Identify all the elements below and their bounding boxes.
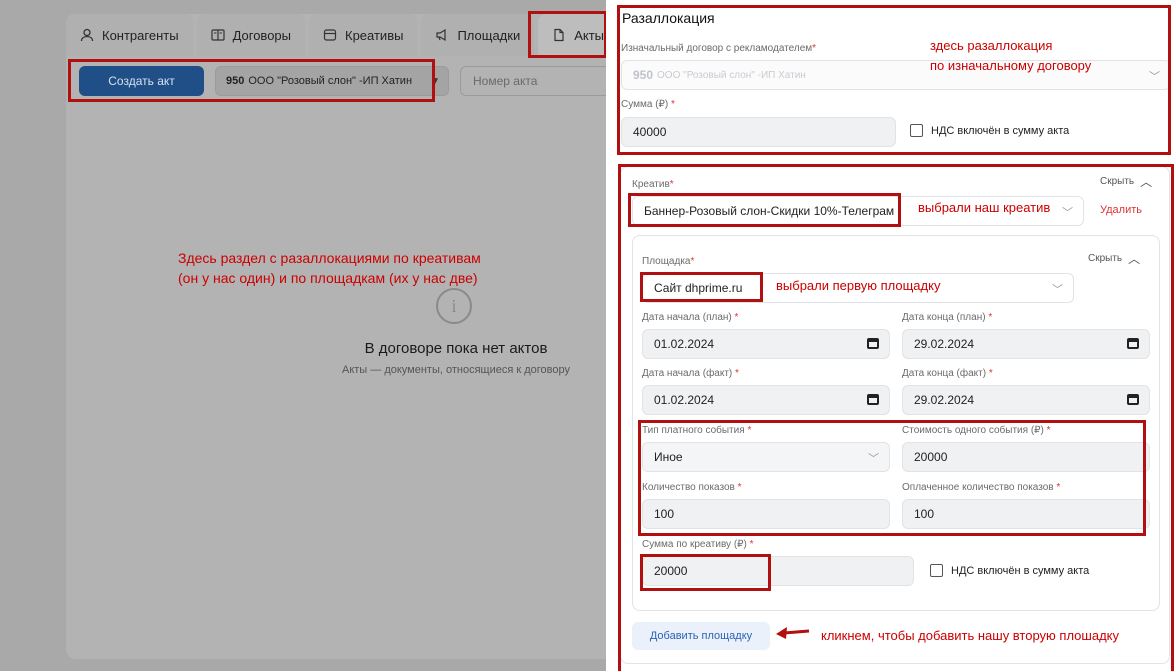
info-icon: i bbox=[436, 288, 472, 324]
megaphone-icon bbox=[436, 28, 447, 42]
start-fact-label: Дата начала (факт) * bbox=[642, 368, 739, 379]
add-platform-button[interactable]: Добавить площадку bbox=[632, 622, 770, 650]
sum-value: 40000 bbox=[633, 125, 667, 139]
annotation-top-right: здесь разаллокация по изначальному догов… bbox=[930, 38, 1092, 73]
sum-input[interactable]: 40000 bbox=[621, 117, 896, 147]
platform-value: Сайт dhprime.ru bbox=[654, 281, 743, 295]
tab-contractors[interactable]: Контрагенты bbox=[66, 14, 193, 56]
hide-creative-link[interactable]: Скрыть ︿ bbox=[1100, 173, 1152, 190]
chevron-down-icon: ﹀ bbox=[868, 453, 879, 465]
tab-bar: Контрагенты Договоры Креативы Площадки А… bbox=[66, 14, 619, 56]
empty-state-title: В договоре пока нет актов bbox=[364, 340, 548, 357]
chevron-down-icon: ﹀ bbox=[1052, 284, 1063, 296]
checkbox-box[interactable] bbox=[910, 124, 923, 137]
annotation-left: Здесь раздел с разаллокациями по креатив… bbox=[178, 250, 481, 286]
hide-platform-link[interactable]: Скрыть ︿ bbox=[1088, 250, 1140, 267]
start-plan-input[interactable]: 01.02.2024 bbox=[642, 329, 890, 359]
platform-vat-checkbox[interactable]: НДС включён в сумму акта bbox=[930, 564, 1089, 577]
annotation-creative: выбрали наш креатив bbox=[918, 200, 1051, 215]
event-type-label: Тип платного события * bbox=[642, 425, 752, 436]
creative-sum-label: Сумма по креативу (₽) * bbox=[642, 539, 754, 550]
chevron-down-icon: ▼ bbox=[430, 76, 440, 87]
hide-label: Скрыть bbox=[1088, 253, 1123, 264]
creative-value: Баннер-Розовый слон-Скидки 10%-Телеграм bbox=[644, 204, 895, 218]
content-card bbox=[66, 14, 626, 659]
tab-label: Площадки bbox=[457, 27, 521, 43]
orig-contract-label: Изначальный договор с рекламодателем* bbox=[621, 43, 817, 54]
act-number-input[interactable]: Номер акта bbox=[460, 66, 620, 96]
impressions-input[interactable]: 100 bbox=[642, 499, 890, 529]
orig-contract-id: 950 bbox=[633, 68, 654, 82]
calendar-icon[interactable] bbox=[1127, 394, 1139, 405]
impressions-label: Количество показов * bbox=[642, 482, 742, 493]
chevron-up-icon: ︿ bbox=[1128, 252, 1141, 266]
tab-label: Акты bbox=[574, 27, 605, 43]
tab-contracts[interactable]: Договоры bbox=[196, 14, 305, 56]
event-type-select[interactable]: Иное ﹀ bbox=[642, 442, 890, 472]
end-fact-value: 29.02.2024 bbox=[914, 393, 975, 407]
paid-impressions-input[interactable]: 100 bbox=[902, 499, 1150, 529]
vat-checkbox[interactable]: НДС включён в сумму акта bbox=[910, 124, 1069, 137]
event-cost-label: Стоимость одного события (₽) * bbox=[902, 425, 1051, 436]
reallocation-title: Разаллокация bbox=[622, 10, 715, 26]
screen: Контрагенты Договоры Креативы Площадки А… bbox=[0, 0, 1176, 671]
chevron-down-icon: ﹀ bbox=[1149, 71, 1160, 83]
vat-label: НДС включён в сумму акта bbox=[931, 124, 1070, 137]
end-plan-input[interactable]: 29.02.2024 bbox=[902, 329, 1150, 359]
vat-label: НДС включён в сумму акта bbox=[951, 564, 1090, 577]
end-fact-input[interactable]: 29.02.2024 bbox=[902, 385, 1150, 415]
tab-platforms[interactable]: Площадки bbox=[421, 14, 535, 56]
tab-label: Креативы bbox=[345, 27, 404, 43]
start-fact-value: 01.02.2024 bbox=[654, 393, 715, 407]
tab-creatives[interactable]: Креативы bbox=[309, 14, 418, 56]
end-plan-label: Дата конца (план) * bbox=[902, 312, 993, 323]
platform-label: Площадка* bbox=[642, 256, 695, 267]
calendar-icon[interactable] bbox=[867, 394, 879, 405]
paid-impressions-label: Оплаченное количество показов * bbox=[902, 482, 1061, 493]
start-plan-label: Дата начала (план) * bbox=[642, 312, 739, 323]
sum-label: Сумма (₽) * bbox=[621, 99, 675, 110]
paid-impressions-value: 100 bbox=[914, 507, 935, 521]
event-cost-input[interactable]: 20000 bbox=[902, 442, 1150, 472]
card-icon bbox=[323, 29, 337, 41]
creative-sum-input[interactable]: 20000 bbox=[642, 556, 914, 586]
arrow-left-icon bbox=[776, 627, 810, 639]
person-icon bbox=[80, 28, 94, 42]
event-type-value: Иное bbox=[654, 450, 683, 464]
contract-id: 950 bbox=[226, 75, 245, 87]
contract-name: ООО "Розовый слон" -ИП Хатин bbox=[248, 75, 413, 87]
calendar-icon[interactable] bbox=[1127, 338, 1139, 349]
start-plan-value: 01.02.2024 bbox=[654, 337, 715, 351]
end-plan-value: 29.02.2024 bbox=[914, 337, 975, 351]
end-fact-label: Дата конца (факт) * bbox=[902, 368, 993, 379]
contract-select[interactable]: 950 ООО "Розовый слон" -ИП Хатин ▼ bbox=[215, 66, 449, 96]
checkbox-box[interactable] bbox=[930, 564, 943, 577]
document-icon bbox=[554, 28, 564, 42]
chevron-up-icon: ︿ bbox=[1140, 175, 1153, 189]
book-icon bbox=[210, 29, 225, 41]
empty-state-subtitle: Акты — документы, относящиеся к договору bbox=[341, 364, 570, 376]
calendar-icon[interactable] bbox=[867, 338, 879, 349]
hide-label: Скрыть bbox=[1100, 176, 1135, 187]
chevron-down-icon: ﹀ bbox=[1062, 207, 1073, 219]
delete-creative-link[interactable]: Удалить bbox=[1100, 204, 1142, 216]
creative-sum-value: 20000 bbox=[654, 564, 688, 578]
annotation-platform: выбрали первую площадку bbox=[776, 278, 941, 293]
orig-contract-name: ООО "Розовый слон" -ИП Хатин bbox=[657, 69, 806, 81]
creative-label: Креатив* bbox=[632, 179, 674, 190]
tab-label: Контрагенты bbox=[102, 27, 179, 43]
tab-label: Договоры bbox=[232, 27, 291, 43]
create-act-button[interactable]: Создать акт bbox=[79, 66, 204, 96]
impressions-value: 100 bbox=[654, 507, 675, 521]
start-fact-input[interactable]: 01.02.2024 bbox=[642, 385, 890, 415]
annotation-add: кликнем, чтобы добавить нашу вторую плош… bbox=[821, 628, 1119, 643]
event-cost-value: 20000 bbox=[914, 450, 948, 464]
